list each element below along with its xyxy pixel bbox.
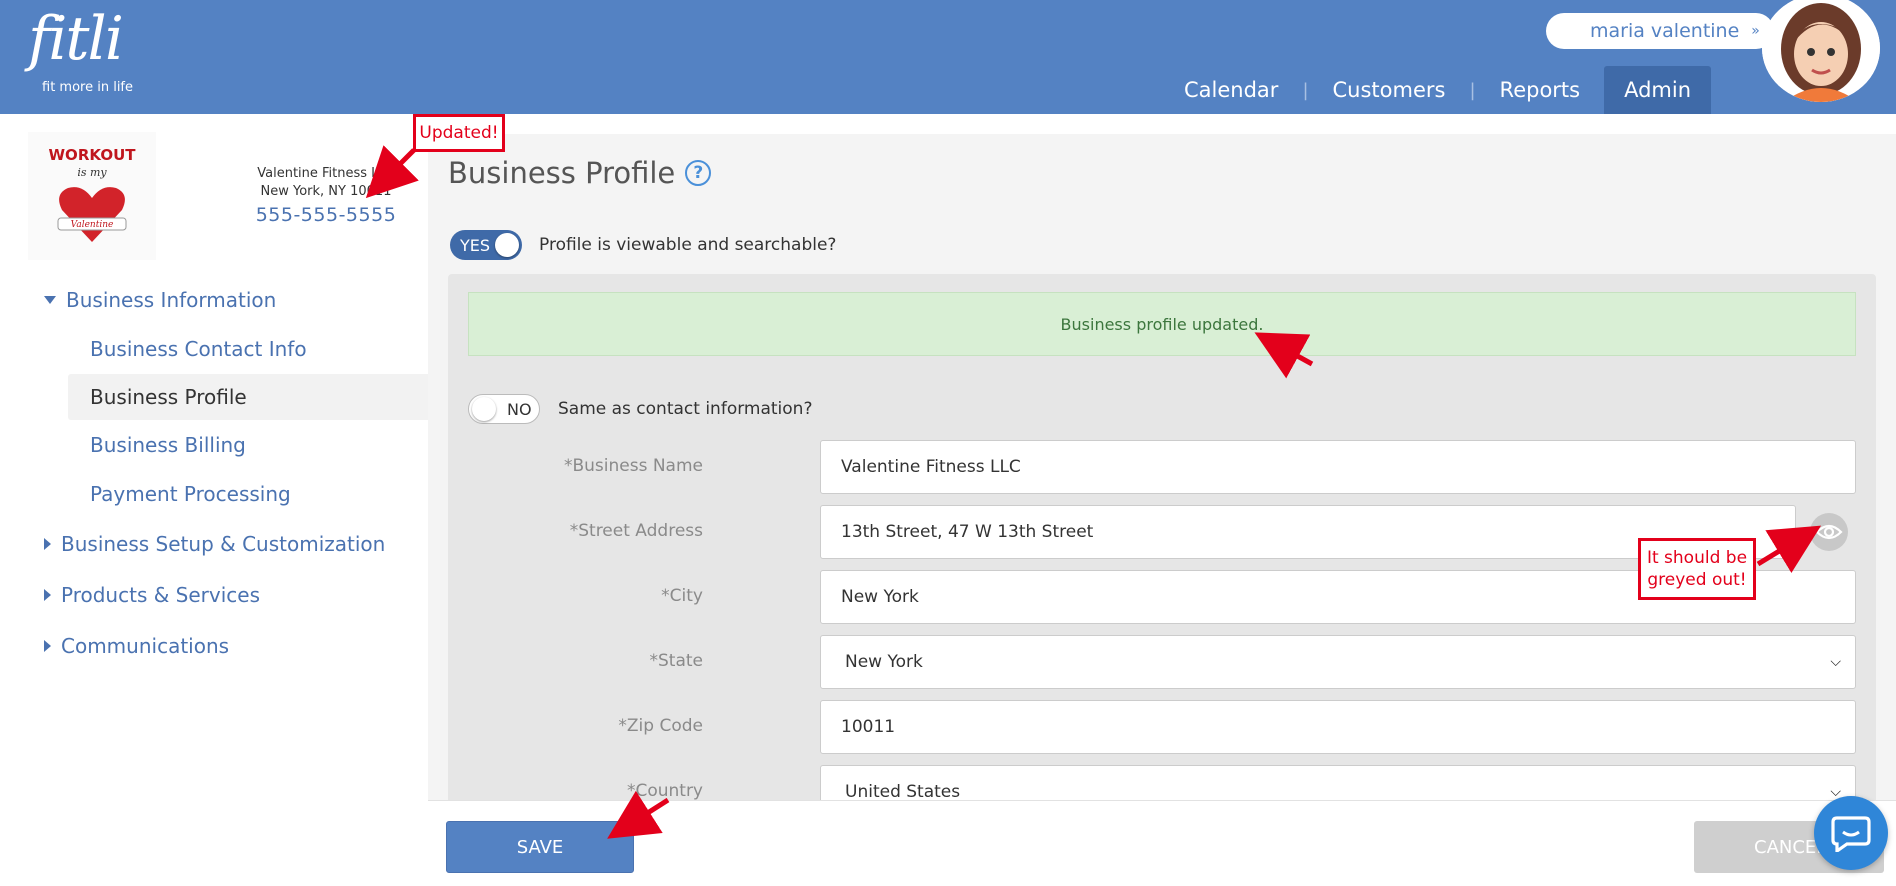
user-menu-button[interactable]: maria valentine » [1546,13,1774,49]
annotation-line: greyed out! [1647,570,1747,590]
svg-text:is my: is my [77,166,107,179]
country-label: *Country [626,781,703,801]
profile-viewable-label: Profile is viewable and searchable? [539,235,837,255]
state-label: *State [649,651,704,671]
svg-text:Valentine: Valentine [71,220,114,230]
chat-support-button[interactable] [1814,796,1888,870]
svg-text:WORKOUT: WORKOUT [49,146,137,164]
business-name-field[interactable]: Valentine Fitness LLC [820,440,1856,494]
caret-down-icon [44,296,56,304]
sidebar-item-business-billing[interactable]: Business Billing [68,422,428,468]
user-name: maria valentine [1590,20,1740,42]
sidebar-group-label: Business Information [66,288,277,312]
toggle-knob [495,233,519,257]
sidebar-group-business-information[interactable]: Business Information [44,288,276,312]
profile-viewable-toggle[interactable]: YES [450,230,522,260]
double-chevron-down-icon: » [1751,23,1760,39]
nav-customers[interactable]: Customers [1309,66,1470,114]
annotation-updated-note: Updated! [413,114,505,152]
chat-icon [1831,816,1871,852]
main-content: Business Profile ? YES Profile is viewab… [428,134,1896,834]
city-label: *City [661,586,703,606]
help-icon[interactable]: ? [685,160,712,186]
street-address-label: *Street Address [569,521,703,541]
logo-wordmark: fitli [28,4,124,74]
zip-code-field[interactable]: 10011 [820,700,1856,754]
same-as-contact-toggle[interactable]: NO [468,394,540,424]
sidebar-item-payment-processing[interactable]: Payment Processing [68,471,428,517]
caret-right-icon [44,640,51,652]
sidebar-group-products-services[interactable]: Products & Services [44,583,260,607]
zip-code-label: *Zip Code [618,716,703,736]
sidebar-group-communications[interactable]: Communications [44,634,229,658]
toggle-knob [472,397,496,421]
country-value: United States [845,782,961,802]
sidebar-group-label: Communications [61,634,230,658]
top-header: fitli fit more in life maria valentine »… [0,0,1896,114]
caret-right-icon [44,589,51,601]
same-as-contact-label: Same as contact information? [558,399,813,419]
sidebar-item-business-contact-info[interactable]: Business Contact Info [68,326,428,372]
business-card: WORKOUT is my Valentine Valentine Fitnes… [28,132,418,262]
page-title: Business Profile ? [448,156,712,190]
nav-reports[interactable]: Reports [1476,66,1605,114]
toggle-state: NO [507,399,532,419]
sidebar-group-label: Business Setup & Customization [61,532,386,556]
sidebar-group-business-setup[interactable]: Business Setup & Customization [44,532,385,556]
toggle-state: YES [460,235,491,255]
caret-right-icon [44,538,51,550]
logo-tagline: fit more in life [42,80,134,95]
success-alert: Business profile updated. [468,292,1856,356]
state-value: New York [845,652,923,672]
main-nav: Calendar | Customers | Reports Admin [1160,66,1712,114]
state-select[interactable]: New York ⌵ [820,635,1856,689]
avatar[interactable] [1762,0,1880,102]
save-button[interactable]: SAVE [446,821,634,873]
sidebar-group-label: Products & Services [61,583,261,607]
nav-calendar[interactable]: Calendar [1160,66,1302,114]
business-name-label: *Business Name [563,456,703,476]
nav-admin[interactable]: Admin [1604,66,1712,114]
sidebar-item-business-profile[interactable]: Business Profile [68,374,428,420]
annotation-greyed-out-note: It should be greyed out! [1638,538,1756,600]
visibility-eye-icon[interactable] [1810,513,1848,551]
form-footer: SAVE CANCEL [428,800,1896,886]
page-title-text: Business Profile [448,156,676,190]
business-logo: WORKOUT is my Valentine [28,132,156,260]
annotation-line: It should be [1646,548,1748,568]
chevron-down-icon: ⌵ [1830,654,1841,670]
fitli-logo[interactable]: fitli fit more in life [18,4,133,98]
